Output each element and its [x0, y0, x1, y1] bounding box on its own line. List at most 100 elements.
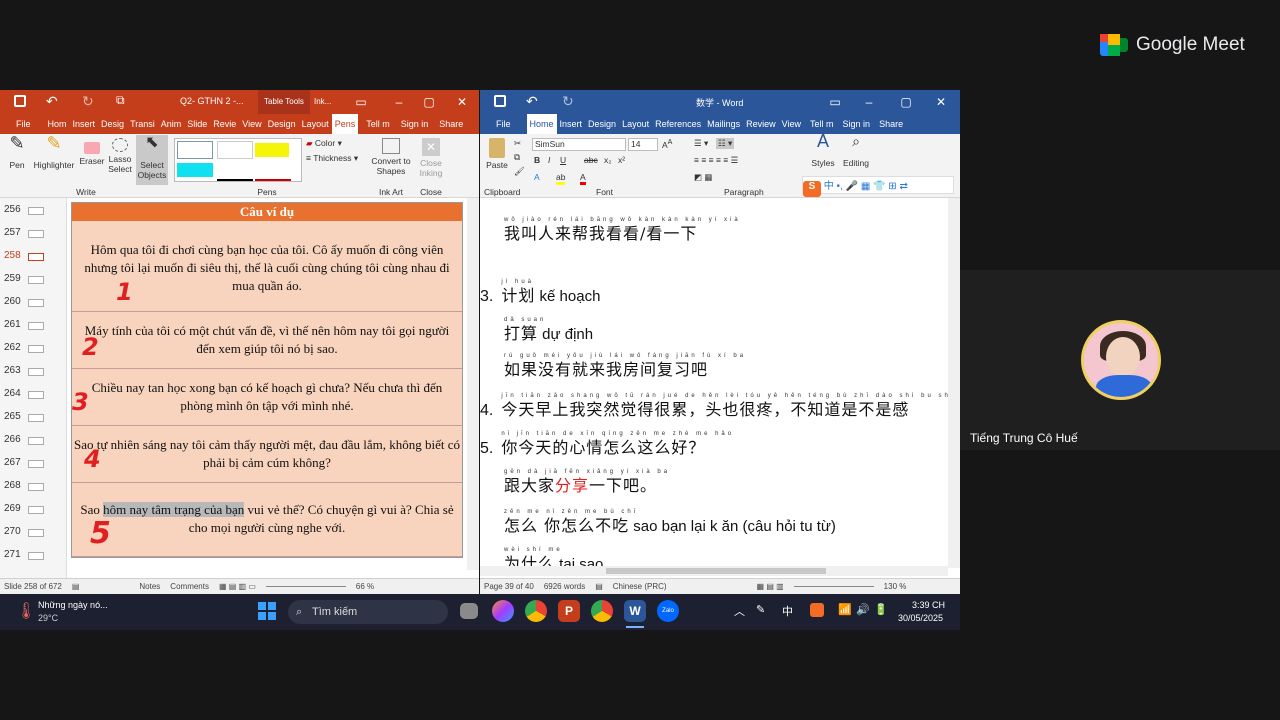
battery-icon[interactable]: 🔋	[874, 603, 888, 616]
slide-thumbnail[interactable]: 256	[4, 204, 64, 215]
pen-gallery[interactable]	[174, 138, 302, 182]
sogou-icon[interactable]: S	[803, 181, 821, 197]
powerpoint-taskbar-icon[interactable]: P	[558, 600, 580, 622]
slide-thumbnail[interactable]: 271	[4, 549, 64, 560]
highlight-color-icon[interactable]: ab	[556, 172, 566, 185]
chrome-profile-icon[interactable]	[591, 600, 613, 622]
italic-button[interactable]: I	[548, 155, 550, 165]
wifi-icon[interactable]: 📶	[838, 603, 852, 616]
eraser-tool[interactable]: Eraser	[78, 138, 106, 166]
comments-button[interactable]: Comments	[170, 582, 209, 591]
save-icon[interactable]	[494, 95, 506, 107]
example-row-1[interactable]: Hôm qua tôi đi chơi cùng bạn học của tôi…	[72, 221, 462, 312]
tab-mailings[interactable]: Mailings	[704, 119, 743, 129]
tab-home[interactable]: Hom	[45, 119, 70, 129]
slide-thumbnail[interactable]: 267	[4, 457, 64, 468]
bold-button[interactable]: B	[534, 155, 540, 165]
tab-pens[interactable]: Pens	[331, 114, 359, 134]
ribbon-display-icon[interactable]: ▭	[820, 90, 850, 114]
zoom-level[interactable]: 130 %	[884, 582, 907, 591]
format-painter-icon[interactable]: 🖌	[514, 166, 525, 177]
tab-design[interactable]: Design	[585, 119, 619, 129]
close-inking-button[interactable]: ✕ Close Inking	[416, 138, 446, 178]
align-icons[interactable]: ≡ ≡ ≡ ≡ ≡ ☰	[694, 155, 738, 166]
slide-thumbnail[interactable]: 262	[4, 342, 64, 353]
share-button[interactable]: Share	[431, 119, 466, 129]
cut-icon[interactable]: ✂	[514, 138, 521, 149]
word-window[interactable]: ↶ ↻ 数学 - Word ▭ – ▢ ✕ File Home Insert D…	[480, 90, 960, 594]
superscript-button[interactable]: x²	[618, 155, 625, 165]
document-line[interactable]: dǎ suan 打算 dự định	[504, 317, 593, 344]
text-effects-icon[interactable]: A	[534, 172, 540, 182]
lasso-select-tool[interactable]: Lasso Select	[106, 138, 134, 174]
document-page[interactable]: wǒ jiào rén lái bāng wǒ kàn kàn kàn yí x…	[480, 198, 948, 568]
sogou-tray-icon[interactable]	[810, 603, 824, 617]
zalo-icon[interactable]: Zalo	[657, 600, 679, 622]
font-size-select[interactable]: 14	[628, 138, 658, 151]
weather-title[interactable]: Những ngày nó...	[38, 600, 108, 610]
tab-layout[interactable]: Layout	[619, 119, 652, 129]
spell-check-icon[interactable]: ▤	[72, 582, 80, 591]
clock-time[interactable]: 3:39 CH	[912, 600, 945, 610]
styles-button[interactable]: A Styles	[808, 132, 838, 168]
slide-thumbnail[interactable]: 265	[4, 411, 64, 422]
file-explorer-icon[interactable]	[460, 603, 478, 619]
tab-view[interactable]: View	[239, 119, 264, 129]
document-line[interactable]: gēn dà jiā fēn xiǎng yí xià ba 跟大家分享一下吧。	[504, 469, 667, 496]
copilot-icon[interactable]	[492, 600, 514, 622]
grow-font-icon[interactable]: AA	[662, 138, 672, 150]
subscript-button[interactable]: x₂	[604, 155, 612, 165]
convert-to-shapes-button[interactable]: Convert to Shapes	[368, 138, 414, 176]
slide-thumbnail[interactable]: 260	[4, 296, 64, 307]
clock-date[interactable]: 30/05/2025	[898, 613, 943, 623]
start-button[interactable]	[258, 602, 276, 620]
slide-thumbnail[interactable]: 261	[4, 319, 64, 330]
pen-swatch-red[interactable]	[255, 163, 291, 181]
tab-transitions[interactable]: Transi	[127, 119, 158, 129]
document-line[interactable]: wǒ jiào rén lái bāng wǒ kàn kàn kàn yí x…	[504, 217, 738, 244]
chrome-icon[interactable]	[525, 600, 547, 622]
tab-slideshow[interactable]: Slide	[184, 119, 210, 129]
ribbon-display-icon[interactable]: ▭	[346, 90, 376, 114]
tab-table-design[interactable]: Design	[265, 119, 299, 129]
tab-insert[interactable]: Insert	[557, 119, 586, 129]
tell-me-search[interactable]: Tell m	[358, 119, 393, 129]
proofing-icon[interactable]: ▤	[595, 582, 603, 591]
view-icons[interactable]: ▦ ▤ ▥	[757, 582, 784, 591]
tab-file[interactable]: File	[0, 119, 45, 129]
tab-references[interactable]: References	[652, 119, 704, 129]
save-icon[interactable]	[14, 95, 26, 107]
pen-swatch-thin-black[interactable]	[217, 163, 253, 181]
document-line[interactable]: zěn me nǐ zěn me bù chī 怎么 你怎么不吃 sao bạn …	[504, 509, 836, 536]
tab-file[interactable]: File	[480, 119, 527, 129]
strikethrough-button[interactable]: abc	[584, 155, 598, 165]
tab-view[interactable]: View	[779, 119, 804, 129]
word-count[interactable]: 6926 words	[544, 582, 585, 591]
slide-thumbnail-pane[interactable]: 256 257 258 259 260 261 262 263 264 265 266 267 268 2…	[0, 198, 67, 578]
minimize-button[interactable]: –	[384, 90, 414, 114]
powerpoint-window[interactable]: ↶ ↻ ⧉ Q2- GTHN 2 -... Table Tools Ink...…	[0, 90, 479, 594]
ime-toolbar[interactable]: S 中 •, 🎤 ▦ 👕 ⊞ ⇄	[802, 176, 954, 197]
minimize-button[interactable]: –	[854, 90, 884, 114]
editing-button[interactable]: ⌕ Editing	[840, 134, 872, 168]
maximize-button[interactable]: ▢	[891, 90, 921, 114]
slide-thumbnail[interactable]: 259	[4, 273, 64, 284]
tab-animations[interactable]: Anim	[158, 119, 185, 129]
pen-swatch-gray[interactable]	[217, 141, 253, 159]
page-indicator[interactable]: Page 39 of 40	[484, 582, 534, 591]
slide-thumbnail[interactable]: 270	[4, 526, 64, 537]
paste-button[interactable]: Paste	[484, 138, 510, 170]
slide-canvas[interactable]: Câu ví dụ Hôm qua tôi đi chơi cùng bạn h…	[71, 202, 463, 558]
language-indicator[interactable]: Chinese (PRC)	[613, 582, 667, 591]
redo-icon[interactable]: ↻	[562, 93, 574, 110]
tell-me-search[interactable]: Tell m	[804, 119, 837, 129]
shading-icon[interactable]: ◩ ▦	[694, 172, 712, 183]
word-vertical-scrollbar[interactable]	[948, 198, 960, 568]
close-button[interactable]: ✕	[926, 90, 956, 114]
pen-tool[interactable]: ✎ Pen	[4, 134, 30, 170]
close-button[interactable]: ✕	[447, 90, 477, 114]
example-row-2[interactable]: Máy tính của tôi có một chút vấn đề, vì …	[72, 312, 462, 369]
pen-swatch-yellow[interactable]	[255, 143, 289, 157]
word-horizontal-scrollbar[interactable]	[480, 566, 948, 576]
copy-icon[interactable]: ⧉	[514, 152, 520, 163]
